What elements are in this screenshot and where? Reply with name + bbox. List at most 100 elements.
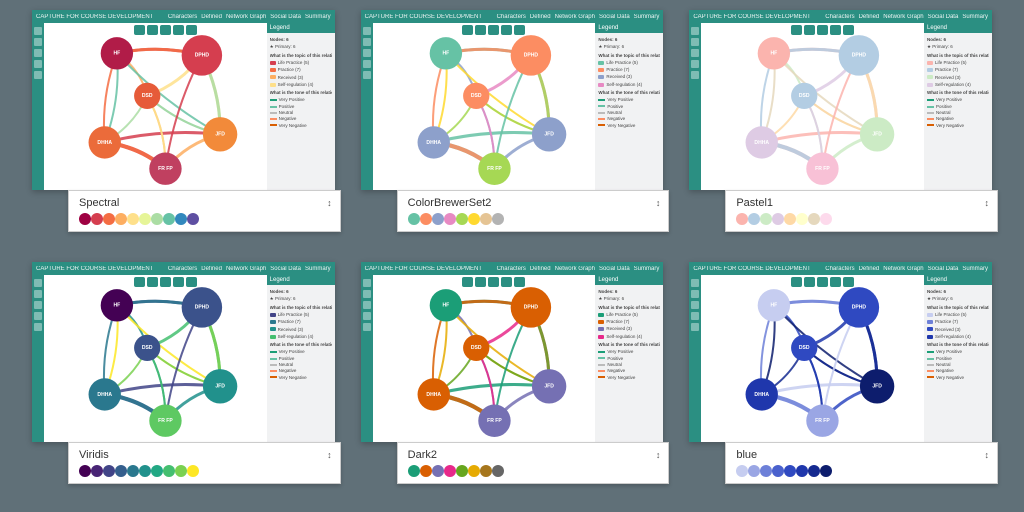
tool-a-icon[interactable] bbox=[691, 27, 699, 35]
tool-e-icon[interactable] bbox=[363, 71, 371, 79]
palette-select[interactable]: ColorBrewerSet2↕ bbox=[397, 190, 670, 232]
fit-button[interactable] bbox=[488, 25, 499, 35]
graph-node-dsd[interactable]: DSD bbox=[463, 83, 489, 109]
tool-d-icon[interactable] bbox=[34, 60, 42, 68]
graph-node-dsd[interactable]: DSD bbox=[134, 83, 160, 109]
graph-node-dsd[interactable]: DSD bbox=[791, 335, 817, 361]
aspect-button[interactable] bbox=[514, 277, 525, 287]
top-tab[interactable]: Network Graph bbox=[226, 266, 266, 272]
top-tab[interactable]: Summary bbox=[634, 266, 660, 272]
aspect-button[interactable] bbox=[843, 25, 854, 35]
tool-b-icon[interactable] bbox=[691, 38, 699, 46]
top-tab[interactable]: Summary bbox=[305, 14, 331, 20]
graph-node-frfp[interactable]: FR FP bbox=[807, 405, 839, 437]
tool-b-icon[interactable] bbox=[34, 38, 42, 46]
tool-c-icon[interactable] bbox=[34, 49, 42, 57]
graph-node-jfd[interactable]: JFD bbox=[860, 369, 894, 403]
top-tab[interactable]: Summary bbox=[634, 14, 660, 20]
top-tab[interactable]: Network Graph bbox=[555, 14, 595, 20]
top-tab[interactable]: Characters bbox=[168, 14, 197, 20]
graph-node-hf[interactable]: HF bbox=[758, 37, 790, 69]
graph-node-hf[interactable]: HF bbox=[101, 37, 133, 69]
zoom-in-button[interactable] bbox=[791, 277, 802, 287]
top-tab[interactable]: Characters bbox=[497, 266, 526, 272]
download-button[interactable] bbox=[501, 277, 512, 287]
top-tab[interactable]: Network Graph bbox=[226, 14, 266, 20]
top-tab[interactable]: Defined bbox=[201, 14, 222, 20]
top-tab[interactable]: Summary bbox=[962, 14, 988, 20]
tool-b-icon[interactable] bbox=[363, 290, 371, 298]
top-tab[interactable]: Network Graph bbox=[883, 14, 923, 20]
graph-node-jfd[interactable]: JFD bbox=[860, 117, 894, 151]
zoom-out-button[interactable] bbox=[804, 25, 815, 35]
graph-node-dphd[interactable]: DPHD bbox=[510, 287, 550, 327]
zoom-in-button[interactable] bbox=[791, 25, 802, 35]
tool-a-icon[interactable] bbox=[691, 279, 699, 287]
download-button[interactable] bbox=[173, 25, 184, 35]
zoom-out-button[interactable] bbox=[475, 277, 486, 287]
graph-node-frfp[interactable]: FR FP bbox=[478, 405, 510, 437]
graph-node-dsd[interactable]: DSD bbox=[463, 335, 489, 361]
tool-c-icon[interactable] bbox=[691, 49, 699, 57]
fit-button[interactable] bbox=[817, 25, 828, 35]
aspect-button[interactable] bbox=[186, 25, 197, 35]
graph-node-frfp[interactable]: FR FP bbox=[807, 153, 839, 185]
graph-node-jfd[interactable]: JFD bbox=[532, 117, 566, 151]
tool-d-icon[interactable] bbox=[691, 312, 699, 320]
aspect-button[interactable] bbox=[843, 277, 854, 287]
top-tab[interactable]: Social Data bbox=[599, 266, 630, 272]
palette-select[interactable]: Viridis↕ bbox=[68, 442, 341, 484]
graph-node-dphd[interactable]: DPHD bbox=[182, 287, 222, 327]
graph-node-dphd[interactable]: DPHD bbox=[510, 35, 550, 75]
graph-node-dhha[interactable]: DHHA bbox=[746, 378, 778, 410]
tool-d-icon[interactable] bbox=[363, 312, 371, 320]
graph-canvas[interactable]: HFDPHDDSDDHHAFR FPJFD bbox=[701, 275, 924, 442]
tool-b-icon[interactable] bbox=[34, 290, 42, 298]
top-tab[interactable]: Network Graph bbox=[883, 266, 923, 272]
zoom-in-button[interactable] bbox=[462, 277, 473, 287]
graph-node-jfd[interactable]: JFD bbox=[203, 117, 237, 151]
top-tab[interactable]: Characters bbox=[497, 14, 526, 20]
graph-node-frfp[interactable]: FR FP bbox=[149, 405, 181, 437]
aspect-button[interactable] bbox=[186, 277, 197, 287]
top-tab[interactable]: Social Data bbox=[599, 14, 630, 20]
graph-node-dhha[interactable]: DHHA bbox=[89, 126, 121, 158]
top-tab[interactable]: Characters bbox=[168, 266, 197, 272]
tool-a-icon[interactable] bbox=[34, 279, 42, 287]
graph-node-dhha[interactable]: DHHA bbox=[417, 378, 449, 410]
top-tab[interactable]: Characters bbox=[825, 266, 854, 272]
graph-node-dhha[interactable]: DHHA bbox=[89, 378, 121, 410]
fit-button[interactable] bbox=[488, 277, 499, 287]
top-tab[interactable]: Social Data bbox=[270, 266, 301, 272]
zoom-out-button[interactable] bbox=[147, 25, 158, 35]
tool-d-icon[interactable] bbox=[363, 60, 371, 68]
graph-node-dsd[interactable]: DSD bbox=[791, 83, 817, 109]
zoom-out-button[interactable] bbox=[475, 25, 486, 35]
graph-canvas[interactable]: HFDPHDDSDDHHAFR FPJFD bbox=[373, 275, 596, 442]
graph-node-hf[interactable]: HF bbox=[101, 289, 133, 321]
tool-e-icon[interactable] bbox=[34, 71, 42, 79]
tool-c-icon[interactable] bbox=[34, 301, 42, 309]
graph-node-dphd[interactable]: DPHD bbox=[839, 35, 879, 75]
top-tab[interactable]: Characters bbox=[825, 14, 854, 20]
top-tab[interactable]: Defined bbox=[530, 266, 551, 272]
graph-node-dsd[interactable]: DSD bbox=[134, 335, 160, 361]
tool-b-icon[interactable] bbox=[691, 290, 699, 298]
graph-canvas[interactable]: HFDPHDDSDDHHAFR FPJFD bbox=[44, 23, 267, 190]
top-tab[interactable]: Social Data bbox=[928, 266, 959, 272]
zoom-out-button[interactable] bbox=[147, 277, 158, 287]
tool-e-icon[interactable] bbox=[691, 71, 699, 79]
graph-node-frfp[interactable]: FR FP bbox=[149, 153, 181, 185]
palette-select[interactable]: Spectral↕ bbox=[68, 190, 341, 232]
fit-button[interactable] bbox=[160, 25, 171, 35]
palette-select[interactable]: Pastel1↕ bbox=[725, 190, 998, 232]
tool-c-icon[interactable] bbox=[691, 301, 699, 309]
graph-canvas[interactable]: HFDPHDDSDDHHAFR FPJFD bbox=[701, 23, 924, 190]
graph-canvas[interactable]: HFDPHDDSDDHHAFR FPJFD bbox=[44, 275, 267, 442]
graph-node-hf[interactable]: HF bbox=[758, 289, 790, 321]
top-tab[interactable]: Network Graph bbox=[555, 266, 595, 272]
graph-node-frfp[interactable]: FR FP bbox=[478, 153, 510, 185]
download-button[interactable] bbox=[501, 25, 512, 35]
zoom-out-button[interactable] bbox=[804, 277, 815, 287]
download-button[interactable] bbox=[830, 25, 841, 35]
